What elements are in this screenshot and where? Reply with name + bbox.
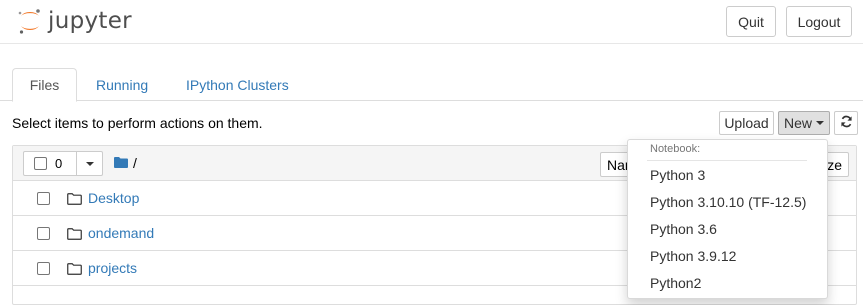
select-all-checkbox[interactable] — [34, 157, 47, 170]
menu-item-python2[interactable]: Python2 — [628, 269, 827, 296]
refresh-button[interactable] — [834, 111, 858, 135]
breadcrumb-root[interactable]: / — [133, 155, 137, 171]
folder-outline-icon — [67, 192, 82, 205]
jupyter-logo[interactable]: jupyter — [16, 6, 132, 36]
folder-outline-icon — [67, 262, 82, 275]
refresh-icon — [840, 115, 853, 131]
new-dropdown-menu: Notebook: Python 3 Python 3.10.10 (TF-12… — [627, 139, 828, 299]
folder-icon[interactable] — [114, 155, 128, 171]
tab-files[interactable]: Files — [12, 68, 77, 102]
selected-count: 0 — [55, 156, 63, 171]
logout-button[interactable]: Logout — [786, 6, 852, 37]
new-button-label: New — [783, 115, 812, 131]
upload-button[interactable]: Upload — [719, 111, 774, 135]
item-checkbox[interactable] — [37, 191, 50, 205]
menu-item-python-3-6[interactable]: Python 3.6 — [628, 215, 827, 242]
breadcrumb: / — [114, 155, 137, 171]
item-checkbox[interactable] — [37, 261, 50, 275]
folder-outline-icon — [67, 227, 82, 240]
select-menu-dropdown[interactable] — [77, 151, 103, 176]
menu-item-python-3-9-12[interactable]: Python 3.9.12 — [628, 242, 827, 269]
menu-item-python-3-10-10-tf[interactable]: Python 3.10.10 (TF-12.5) — [628, 188, 827, 215]
item-link[interactable]: projects — [88, 260, 137, 276]
item-checkbox[interactable] — [37, 226, 50, 240]
select-all-box: 0 — [23, 151, 77, 176]
notebook-section-header: Notebook: — [650, 143, 701, 155]
caret-down-icon — [85, 161, 94, 166]
tab-running[interactable]: Running — [96, 68, 148, 101]
caret-down-icon — [816, 121, 824, 125]
tab-ipython-clusters[interactable]: IPython Clusters — [186, 68, 289, 101]
header: jupyter Quit Logout — [0, 0, 863, 44]
logo-text: jupyter — [48, 8, 132, 34]
item-link[interactable]: ondemand — [88, 225, 154, 241]
tab-bar: Files Running IPython Clusters — [0, 68, 863, 102]
select-all-group: 0 — [23, 151, 103, 176]
menu-item-python-3[interactable]: Python 3 — [628, 161, 827, 188]
selection-instructions: Select items to perform actions on them. — [12, 115, 263, 131]
jupyter-logo-icon — [16, 7, 44, 35]
new-button[interactable]: New — [778, 111, 830, 135]
item-link[interactable]: Desktop — [88, 190, 139, 206]
quit-button[interactable]: Quit — [726, 6, 776, 37]
